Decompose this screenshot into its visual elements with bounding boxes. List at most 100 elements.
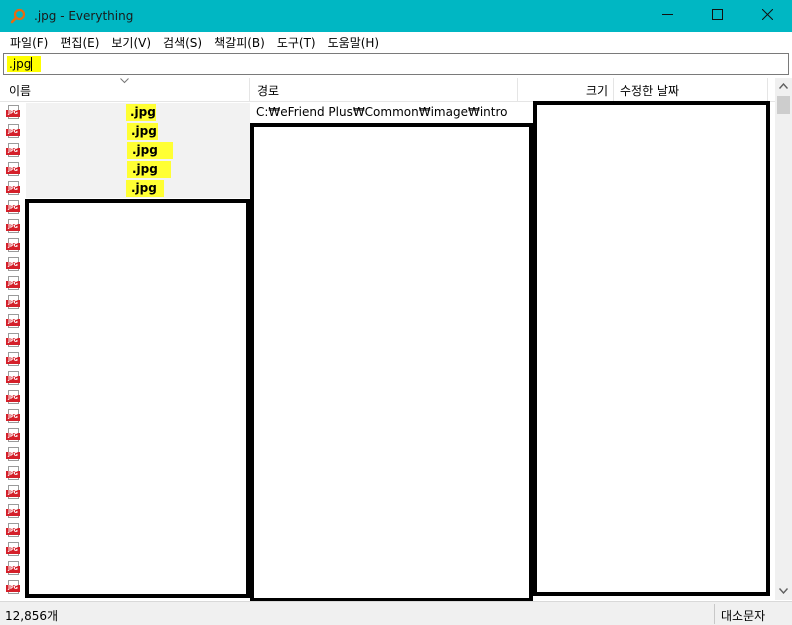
jpg-file-icon: JPG	[6, 314, 20, 329]
menu-help[interactable]: 도움말(H)	[322, 34, 386, 51]
jpg-file-icon: JPG	[6, 428, 20, 443]
menu-file[interactable]: 파일(F)	[4, 34, 54, 51]
file-type-label: JPG	[6, 376, 20, 383]
file-type-label: JPG	[6, 566, 20, 573]
search-input[interactable]: .jpg	[3, 53, 789, 75]
jpg-file-icon: JPG	[6, 542, 20, 557]
window-title: .jpg - Everything	[34, 9, 134, 23]
column-name[interactable]: 이름	[9, 78, 31, 102]
column-modified[interactable]: 수정한 날짜	[620, 78, 679, 102]
status-bar: 12,856개 대소문자	[0, 601, 792, 625]
jpg-file-icon: JPG	[6, 257, 20, 272]
menu-bookmarks[interactable]: 책갈피(B)	[208, 34, 271, 51]
menu-view[interactable]: 보기(V)	[105, 34, 157, 51]
file-type-label: JPG	[6, 243, 20, 250]
jpg-file-icon: JPG	[6, 371, 20, 386]
match-case-indicator[interactable]: 대소문자	[721, 607, 765, 624]
jpg-file-icon: JPG	[6, 105, 20, 120]
file-type-label: JPG	[6, 414, 20, 421]
scroll-up-button[interactable]	[775, 78, 792, 95]
result-count: 12,856개	[5, 609, 59, 623]
title-bar[interactable]: .jpg - Everything	[0, 0, 792, 32]
sort-chevron-icon	[120, 77, 129, 87]
column-path[interactable]: 경로	[257, 78, 279, 102]
jpg-file-icon: JPG	[6, 143, 20, 158]
file-type-label: JPG	[6, 509, 20, 516]
jpg-file-icon: JPG	[6, 485, 20, 500]
jpg-file-icon: JPG	[6, 504, 20, 519]
jpg-file-icon: JPG	[6, 219, 20, 234]
column-divider[interactable]	[517, 78, 518, 102]
file-name: .jpg	[131, 124, 157, 138]
jpg-file-icon: JPG	[6, 200, 20, 215]
file-type-label: JPG	[6, 167, 20, 174]
file-type-label: JPG	[6, 129, 20, 136]
name-cell: .jpg	[26, 179, 250, 198]
redaction-box	[250, 123, 533, 602]
column-divider[interactable]	[249, 78, 250, 102]
file-type-label: JPG	[6, 300, 20, 307]
jpg-file-icon: JPG	[6, 124, 20, 139]
file-type-label: JPG	[6, 452, 20, 459]
chevron-down-icon	[778, 587, 789, 596]
file-name: .jpg	[130, 105, 156, 119]
file-type-label: JPG	[6, 547, 20, 554]
jpg-file-icon: JPG	[6, 447, 20, 462]
jpg-file-icon: JPG	[6, 276, 20, 291]
menu-edit[interactable]: 편집(E)	[54, 34, 105, 51]
maximize-button[interactable]	[692, 0, 742, 32]
file-type-label: JPG	[6, 338, 20, 345]
file-type-label: JPG	[6, 319, 20, 326]
file-type-label: JPG	[6, 262, 20, 269]
jpg-file-icon: JPG	[6, 561, 20, 576]
chevron-up-icon	[778, 82, 789, 91]
jpg-file-icon: JPG	[6, 523, 20, 538]
name-cell: .jpg	[26, 103, 250, 122]
jpg-file-icon: JPG	[6, 466, 20, 481]
file-type-label: JPG	[6, 471, 20, 478]
maximize-icon	[711, 8, 723, 24]
file-type-label: JPG	[6, 148, 20, 155]
redaction-box	[533, 101, 770, 596]
file-type-label: JPG	[6, 433, 20, 440]
file-type-label: JPG	[6, 357, 20, 364]
file-type-label: JPG	[6, 528, 20, 535]
jpg-file-icon: JPG	[6, 238, 20, 253]
file-type-label: JPG	[6, 186, 20, 193]
jpg-file-icon: JPG	[6, 295, 20, 310]
column-size[interactable]: 크기	[586, 78, 608, 102]
menu-bar: 파일(F) 편집(E) 보기(V) 검색(S) 책갈피(B) 도구(T) 도움말…	[0, 32, 792, 52]
minimize-button[interactable]	[642, 0, 692, 32]
jpg-file-icon: JPG	[6, 352, 20, 367]
scroll-down-button[interactable]	[775, 583, 792, 600]
file-type-label: JPG	[6, 281, 20, 288]
magnifier-icon	[10, 8, 26, 24]
close-button[interactable]	[742, 0, 792, 32]
scrollbar-thumb[interactable]	[777, 96, 790, 114]
jpg-file-icon: JPG	[6, 333, 20, 348]
name-cell: .jpg	[26, 160, 250, 179]
file-type-label: JPG	[6, 110, 20, 117]
close-icon	[761, 8, 773, 24]
file-name: .jpg	[132, 143, 158, 157]
search-value: .jpg	[9, 57, 32, 71]
column-header: 이름 경로 크기 수정한 날짜	[0, 78, 775, 102]
redaction-box	[25, 199, 250, 598]
file-name: .jpg	[132, 162, 158, 176]
jpg-file-icon: JPG	[6, 162, 20, 177]
column-divider[interactable]	[613, 78, 614, 102]
column-divider[interactable]	[767, 78, 768, 102]
status-divider	[714, 604, 715, 624]
vertical-scrollbar[interactable]	[775, 78, 792, 600]
file-type-label: JPG	[6, 585, 20, 592]
file-type-label: JPG	[6, 490, 20, 497]
minimize-icon	[661, 9, 673, 24]
file-type-label: JPG	[6, 224, 20, 231]
file-type-label: JPG	[6, 395, 20, 402]
file-name: .jpg	[131, 181, 157, 195]
file-type-label: JPG	[6, 205, 20, 212]
menu-tools[interactable]: 도구(T)	[271, 34, 322, 51]
name-cell: .jpg	[26, 141, 250, 160]
jpg-file-icon: JPG	[6, 390, 20, 405]
menu-search[interactable]: 검색(S)	[157, 34, 208, 51]
